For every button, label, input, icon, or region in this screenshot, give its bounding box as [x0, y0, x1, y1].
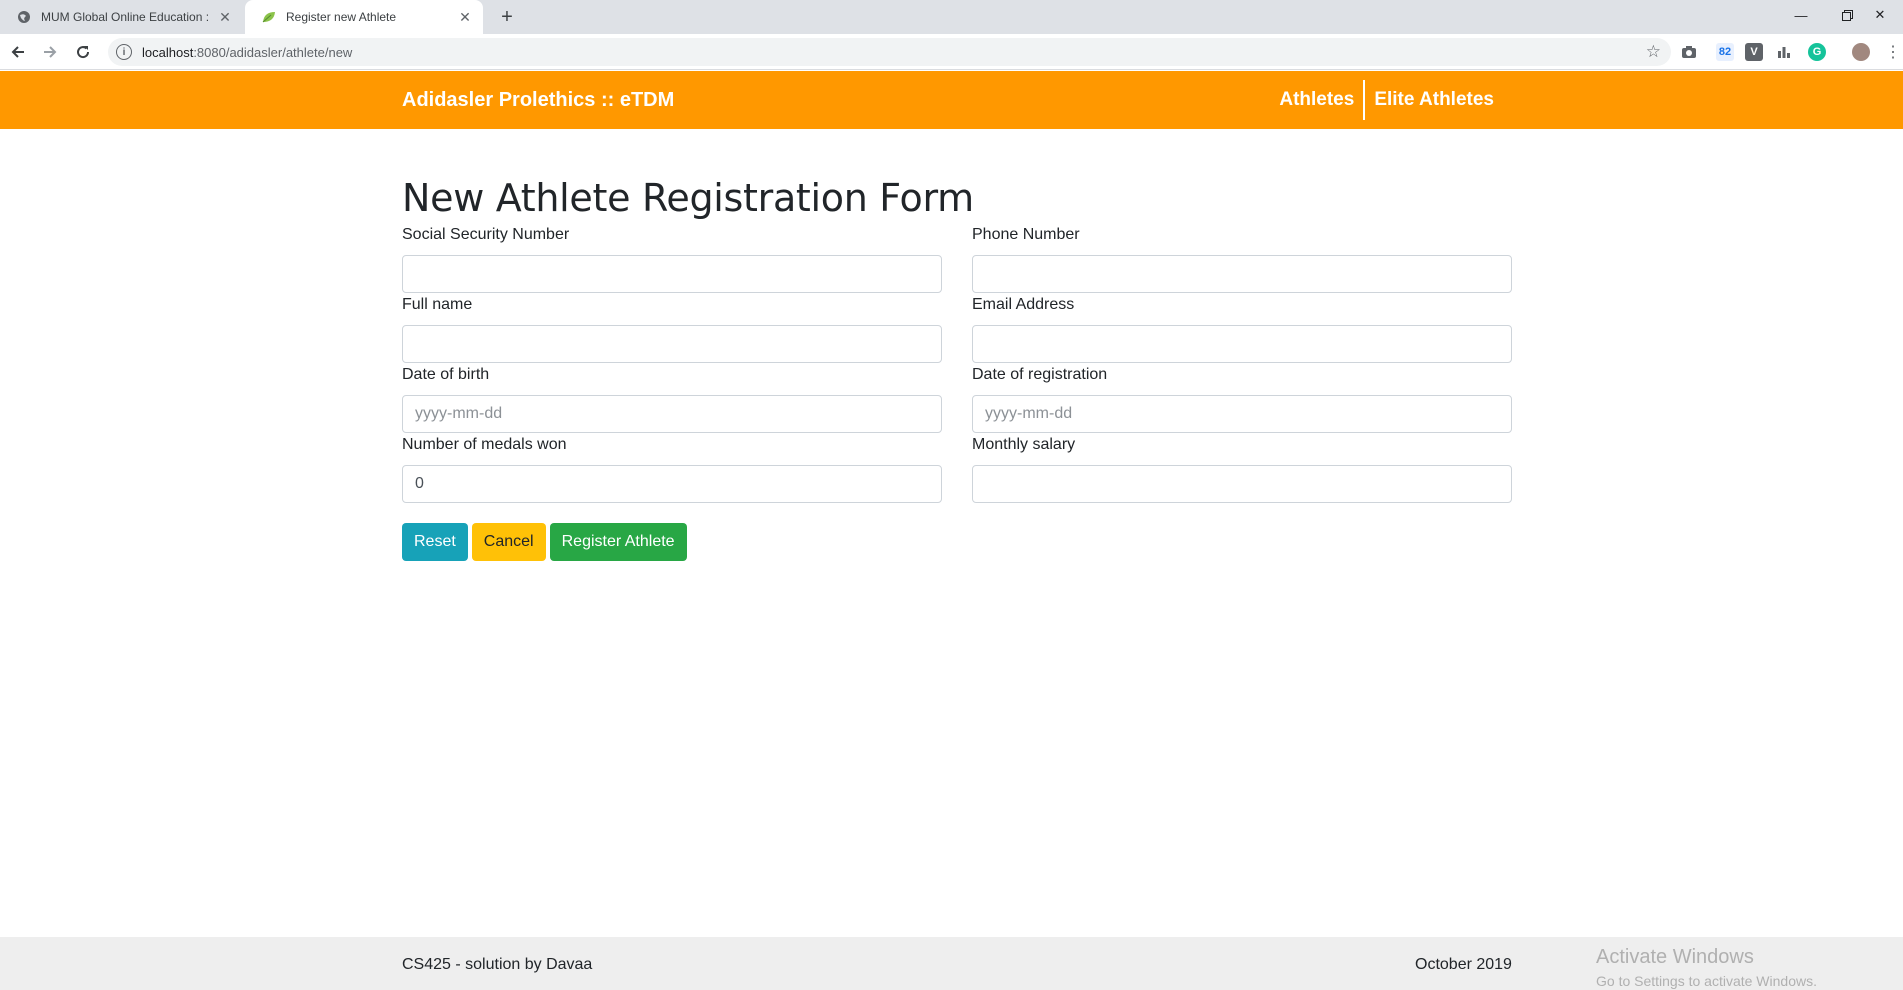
- minimize-icon[interactable]: —: [1778, 0, 1824, 30]
- email-group: Email Address: [972, 293, 1512, 363]
- ssn-field[interactable]: [402, 255, 942, 293]
- url-host: localhost: [142, 44, 194, 60]
- registration-form: Social Security Number Phone Number Full…: [402, 223, 1512, 503]
- extension-badge-icon[interactable]: 82: [1716, 43, 1734, 61]
- nav-link-elite-athletes[interactable]: Elite Athletes: [1365, 89, 1503, 111]
- site-info-icon[interactable]: i: [116, 44, 132, 60]
- salary-label: Monthly salary: [972, 436, 1076, 453]
- browser-tab-bar: MUM Global Online Education : C ✕ Regist…: [0, 0, 1903, 34]
- ssn-label: Social Security Number: [402, 226, 570, 243]
- tab-title: Register new Athlete: [286, 10, 397, 24]
- medals-group: Number of medals won: [402, 433, 942, 503]
- ssn-group: Social Security Number: [402, 223, 942, 293]
- bookmark-star-icon[interactable]: ☆: [1646, 42, 1661, 62]
- cancel-button[interactable]: Cancel: [471, 523, 546, 561]
- watermark-subtitle: Go to Settings to activate Windows.: [1596, 973, 1817, 989]
- menu-dots-icon[interactable]: ⋮: [1884, 43, 1902, 61]
- page-title: New Athlete Registration Form: [402, 176, 974, 220]
- forward-icon[interactable]: [38, 40, 62, 64]
- footer-credit: CS425 - solution by Davaa: [402, 956, 593, 973]
- footer-date: October 2019: [1415, 956, 1512, 973]
- salary-field[interactable]: [972, 465, 1512, 503]
- reload-icon[interactable]: [71, 40, 95, 64]
- site-navbar: Adidasler Prolethics :: eTDM Athletes El…: [0, 71, 1903, 129]
- medals-label: Number of medals won: [402, 436, 567, 453]
- fullname-label: Full name: [402, 296, 473, 313]
- bar-chart-icon[interactable]: [1775, 43, 1793, 61]
- reset-button[interactable]: Reset: [402, 523, 468, 561]
- new-tab-button[interactable]: +: [495, 5, 519, 29]
- camera-icon[interactable]: [1680, 43, 1698, 61]
- medals-field[interactable]: [402, 465, 942, 503]
- brand-link[interactable]: Adidasler Prolethics :: eTDM: [402, 89, 674, 112]
- v-extension-icon[interactable]: V: [1745, 43, 1763, 61]
- close-window-icon[interactable]: ✕: [1857, 0, 1903, 30]
- form-buttons: Reset Cancel Register Athlete: [402, 523, 1512, 561]
- back-icon[interactable]: [6, 40, 30, 64]
- email-label: Email Address: [972, 296, 1075, 313]
- url-path: :8080/adidasler/athlete/new: [193, 44, 353, 60]
- salary-group: Monthly salary: [972, 433, 1512, 503]
- nav-link-athletes[interactable]: Athletes: [1270, 89, 1363, 111]
- dor-group: Date of registration: [972, 363, 1512, 433]
- dor-label: Date of registration: [972, 366, 1108, 383]
- phone-field[interactable]: [972, 255, 1512, 293]
- globe-icon: [16, 9, 32, 25]
- close-tab-icon[interactable]: ✕: [457, 9, 473, 25]
- url-text: localhost:8080/adidasler/athlete/new: [142, 45, 352, 60]
- browser-toolbar: i localhost:8080/adidasler/athlete/new ☆…: [0, 34, 1903, 70]
- dor-field[interactable]: [972, 395, 1512, 433]
- fullname-group: Full name: [402, 293, 942, 363]
- register-athlete-button[interactable]: Register Athlete: [549, 523, 687, 561]
- tab-register-athlete[interactable]: Register new Athlete ✕: [245, 0, 483, 34]
- tab-title: MUM Global Online Education : C: [41, 10, 211, 24]
- tab-mum-global[interactable]: MUM Global Online Education : C ✕: [0, 0, 243, 34]
- windows-activation-watermark: Activate Windows Go to Settings to activ…: [1596, 946, 1817, 989]
- phone-group: Phone Number: [972, 223, 1512, 293]
- nav-links: Athletes Elite Athletes: [1270, 80, 1503, 120]
- watermark-title: Activate Windows: [1596, 946, 1754, 968]
- leaf-icon: [261, 9, 277, 25]
- address-bar[interactable]: i localhost:8080/adidasler/athlete/new ☆: [108, 38, 1671, 66]
- dob-label: Date of birth: [402, 366, 490, 383]
- dob-group: Date of birth: [402, 363, 942, 433]
- main-container: New Athlete Registration Form Social Sec…: [402, 129, 1512, 561]
- fullname-field[interactable]: [402, 325, 942, 363]
- dob-field[interactable]: [402, 395, 942, 433]
- phone-label: Phone Number: [972, 226, 1080, 243]
- grammarly-icon[interactable]: G: [1808, 43, 1826, 61]
- close-tab-icon[interactable]: ✕: [217, 9, 233, 25]
- extension-badge-count: 82: [1718, 46, 1732, 58]
- avatar[interactable]: [1852, 43, 1870, 61]
- email-field[interactable]: [972, 325, 1512, 363]
